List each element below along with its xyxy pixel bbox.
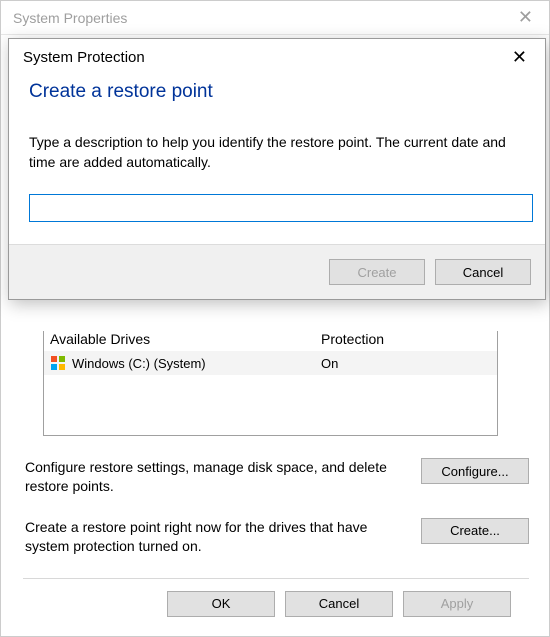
drive-protection-status: On	[319, 356, 497, 371]
apply-button[interactable]: Apply	[403, 591, 511, 617]
cancel-button[interactable]: Cancel	[285, 591, 393, 617]
parent-window-title: System Properties	[13, 10, 127, 26]
configure-button[interactable]: Configure...	[421, 458, 529, 484]
drive-name: Windows (C:) (System)	[72, 356, 206, 371]
ok-button[interactable]: OK	[167, 591, 275, 617]
drives-header: Available Drives Protection	[44, 331, 497, 351]
drive-icon	[50, 355, 66, 371]
configure-description: Configure restore settings, manage disk …	[25, 458, 405, 496]
dialog-footer: Create Cancel	[9, 244, 545, 299]
close-icon[interactable]: ✕	[502, 43, 537, 72]
parent-titlebar: System Properties ✕	[1, 1, 549, 35]
create-section: Create a restore point right now for the…	[25, 518, 529, 556]
system-protection-tab-body: Available Drives Protection Windows (C:)…	[1, 331, 549, 636]
dialog-title: System Protection	[23, 49, 145, 66]
drives-header-protection: Protection	[319, 331, 497, 351]
drives-header-name: Available Drives	[44, 331, 319, 351]
dialog-heading: Create a restore point	[29, 81, 525, 103]
dialog-description: Type a description to help you identify …	[29, 133, 525, 172]
configure-section: Configure restore settings, manage disk …	[25, 458, 529, 496]
create-button[interactable]: Create...	[421, 518, 529, 544]
table-row[interactable]: Windows (C:) (System) On	[44, 351, 497, 375]
dialog-titlebar: System Protection ✕	[9, 39, 545, 75]
create-description: Create a restore point right now for the…	[25, 518, 405, 556]
close-icon[interactable]: ✕	[508, 5, 543, 30]
dialog-body: Create a restore point Type a descriptio…	[9, 75, 545, 244]
system-protection-dialog: System Protection ✕ Create a restore poi…	[8, 38, 546, 300]
parent-footer: OK Cancel Apply	[23, 578, 529, 617]
dialog-cancel-button[interactable]: Cancel	[435, 259, 531, 285]
restore-point-description-input[interactable]	[29, 194, 533, 222]
available-drives-panel: Available Drives Protection Windows (C:)…	[43, 331, 498, 436]
dialog-create-button[interactable]: Create	[329, 259, 425, 285]
